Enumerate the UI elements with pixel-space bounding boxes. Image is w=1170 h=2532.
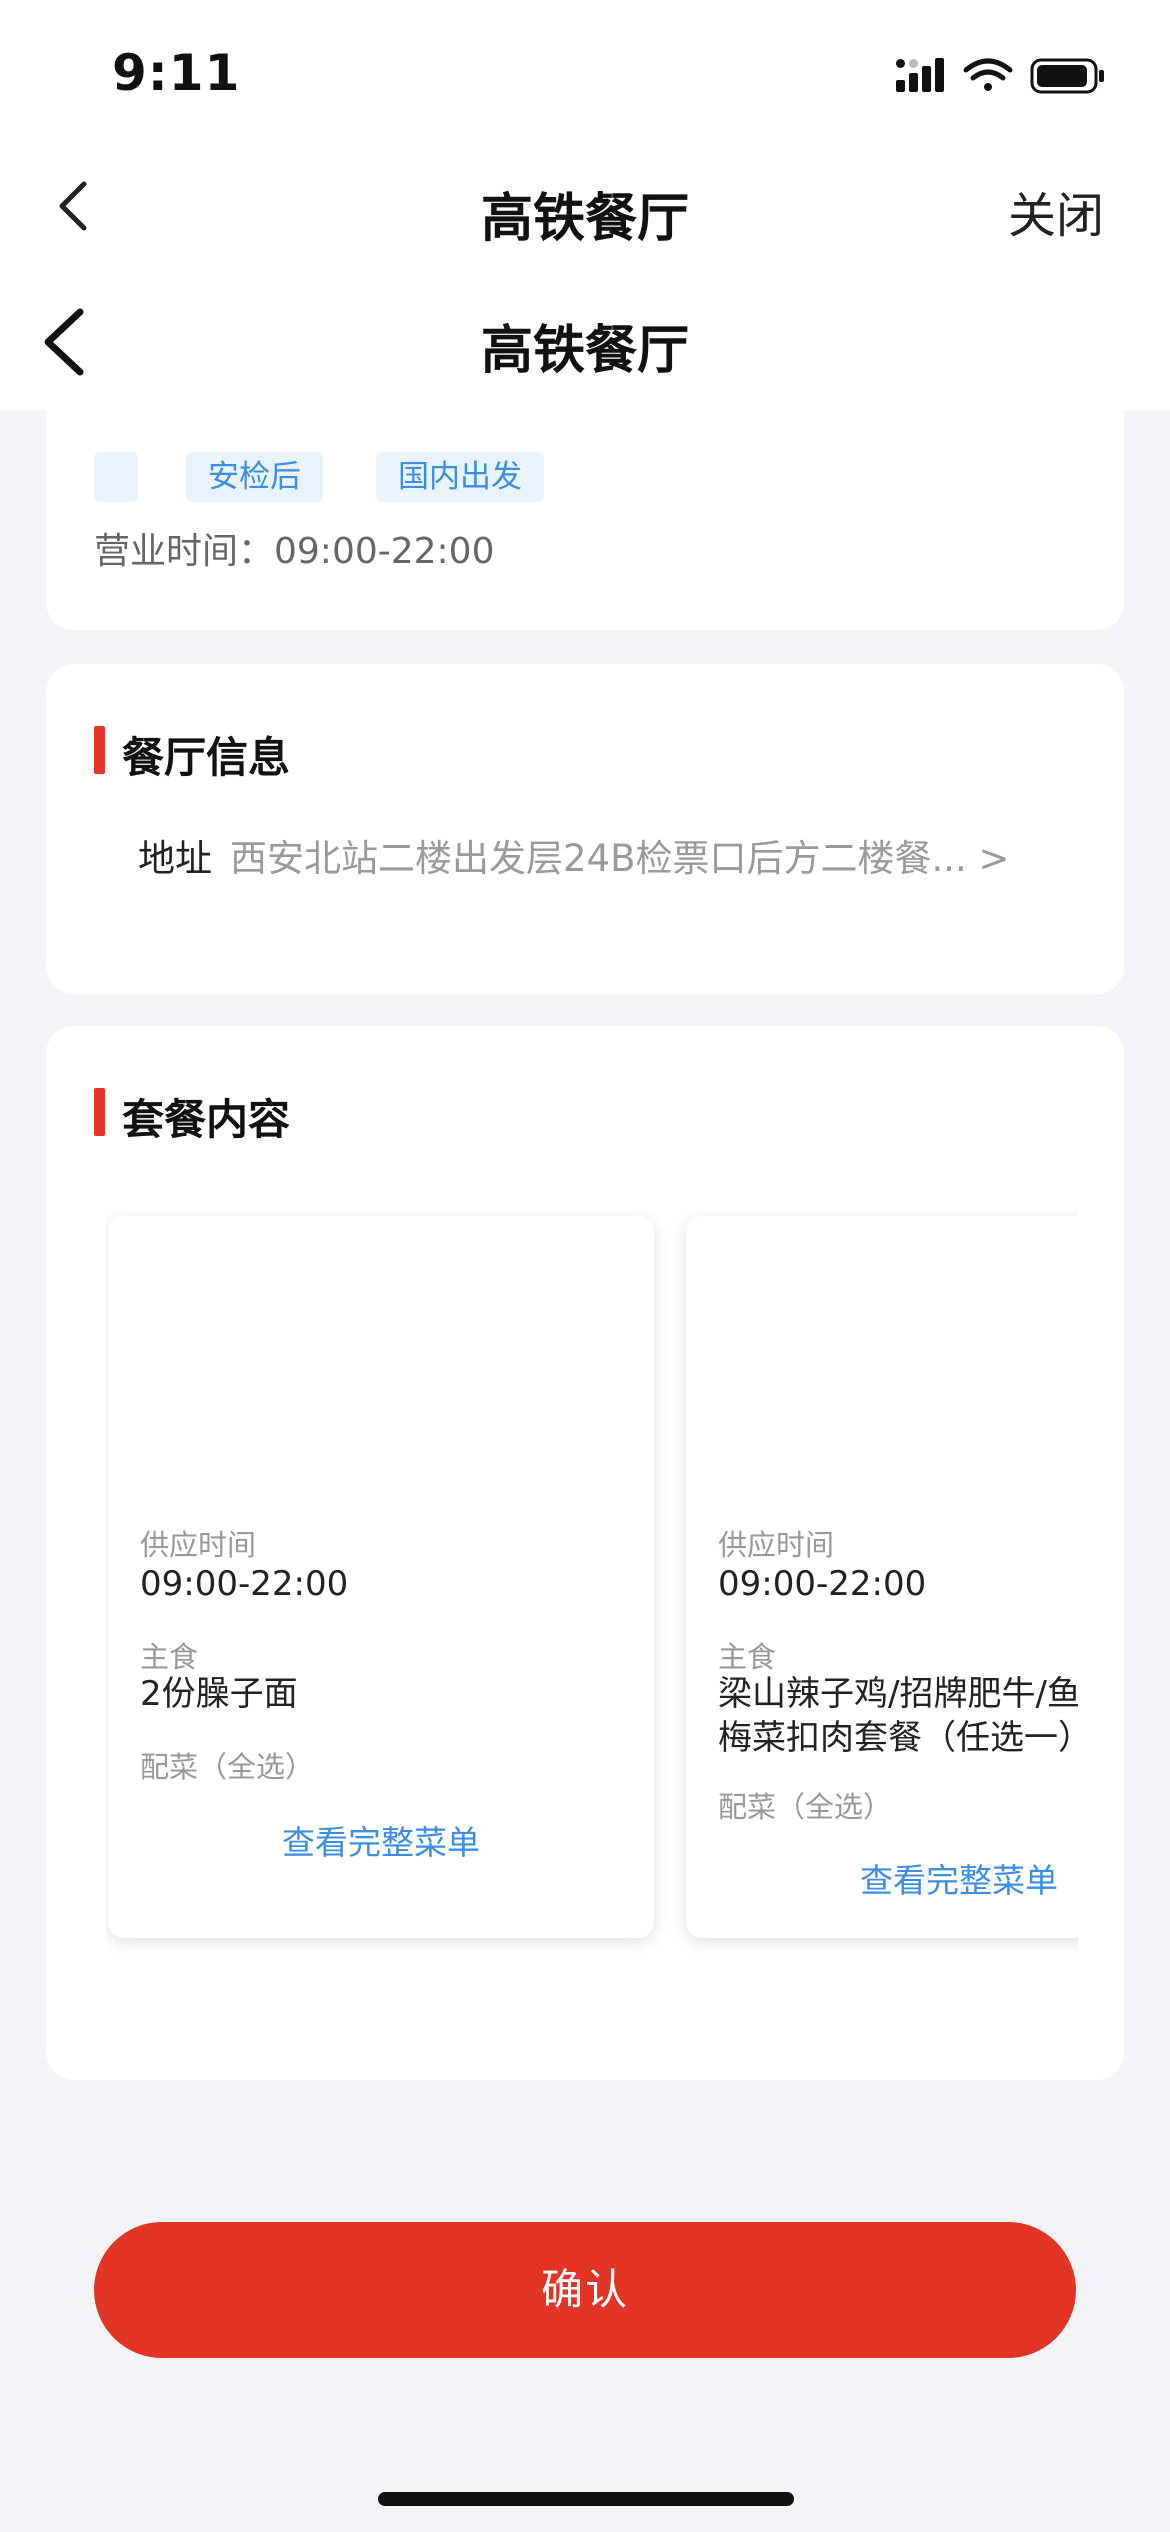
status-time: 9:11	[112, 44, 241, 102]
empty-tag	[94, 452, 138, 502]
package-item[interactable]: 供应时间 09:00-22:00 主食 2份臊子面 配菜（全选） 查看完整菜单	[108, 1216, 654, 1938]
page-title-outer: 高铁餐厅	[480, 189, 689, 249]
package-item[interactable]: 供应时间 09:00-22:00 主食 梁山辣子鸡/招牌肥牛/鱼香 梅菜扣肉套餐…	[686, 1216, 1078, 1938]
supply-time-value: 09:00-22:00	[718, 1564, 927, 1604]
chevron-right-icon: >	[978, 837, 1010, 880]
side-dish-label: 配菜（全选）	[140, 1750, 315, 1784]
side-dish-label: 配菜（全选）	[718, 1790, 893, 1824]
supply-time-value: 09:00-22:00	[140, 1564, 349, 1604]
summary-card	[46, 380, 1124, 630]
cellular-signal-icon	[896, 58, 944, 92]
view-full-menu-link[interactable]: 查看完整菜单	[108, 1816, 654, 1864]
address-link[interactable]: 西安北站二楼出发层24B检票口后方二楼餐... >	[230, 828, 1010, 882]
address-value: 西安北站二楼出发层24B检票口后方二楼餐...	[230, 837, 967, 880]
package-carousel[interactable]: 供应时间 09:00-22:00 主食 2份臊子面 配菜（全选） 查看完整菜单 …	[106, 1210, 1078, 1970]
view-full-menu-link[interactable]: 查看完整菜单	[686, 1854, 1078, 1902]
supply-time-label: 供应时间	[140, 1528, 257, 1562]
close-button[interactable]: 关闭	[1008, 176, 1104, 246]
home-indicator	[378, 2492, 794, 2506]
page-title-inner: 高铁餐厅	[480, 321, 689, 381]
tag-after-security: 安检后	[186, 452, 323, 502]
restaurant-info-title: 餐厅信息	[122, 733, 291, 782]
main-dish-value-line2: 梅菜扣肉套餐（任选一）	[718, 1718, 1078, 1758]
battery-icon	[1030, 58, 1104, 94]
section-accent-bar	[94, 1088, 105, 1136]
wifi-icon	[963, 58, 1013, 91]
confirm-button[interactable]: 确认	[94, 2222, 1076, 2358]
status-bar: 9:11	[0, 0, 1170, 140]
main-dish-value: 2份臊子面	[140, 1674, 298, 1714]
main-dish-label: 主食	[140, 1640, 199, 1674]
address-label: 地址	[138, 837, 212, 880]
supply-time-label: 供应时间	[718, 1528, 835, 1562]
status-icons	[896, 58, 1104, 94]
main-dish-value: 梁山辣子鸡/招牌肥牛/鱼香	[718, 1674, 1078, 1714]
tag-domestic-departure: 国内出发	[376, 452, 544, 502]
section-accent-bar	[94, 726, 105, 774]
package-title: 套餐内容	[122, 1095, 291, 1144]
business-hours: 营业时间：09:00-22:00	[94, 531, 495, 572]
main-dish-label: 主食	[718, 1640, 777, 1674]
